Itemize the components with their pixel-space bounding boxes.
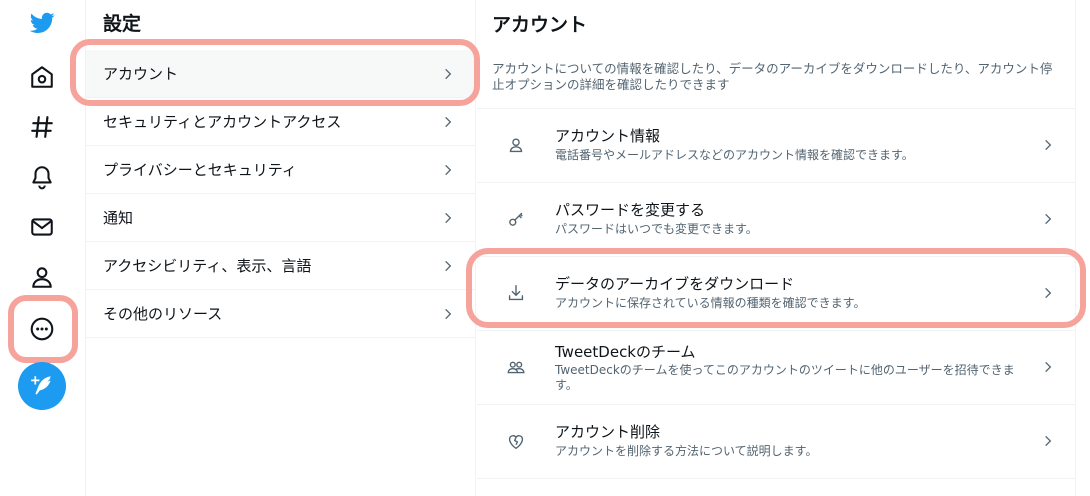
row-subtitle: 電話番号やメールアドレスなどのアカウント情報を確認できます。 — [555, 148, 914, 162]
chevron-right-icon — [445, 308, 452, 319]
nav-explore[interactable] — [21, 106, 63, 148]
person-outline-icon — [505, 134, 527, 156]
chevron-right-icon — [1045, 361, 1052, 373]
settings-item-label: アクセシビリティ、表示、言語 — [103, 257, 312, 275]
row-title: TweetDeckのチーム — [555, 343, 696, 361]
chevron-right-icon — [445, 116, 452, 127]
settings-title: 設定 — [103, 13, 142, 35]
compose-feather-icon — [31, 376, 51, 395]
nav-messages[interactable] — [21, 206, 63, 248]
download-archive-highlight-annotation — [466, 248, 1086, 328]
account-menu-highlight-annotation — [70, 39, 480, 106]
key-icon — [505, 208, 527, 230]
twitter-logo[interactable] — [21, 2, 63, 44]
row-title: アカウント削除 — [555, 423, 661, 441]
row-title: アカウント情報 — [555, 127, 661, 145]
compose-tweet-button[interactable] — [18, 362, 66, 410]
nav-notifications[interactable] — [21, 156, 63, 198]
delete-account-row[interactable]: アカウント削除 アカウントを削除する方法について説明します。 — [477, 405, 1075, 479]
row-subtitle: パスワードはいつでも変更できます。 — [555, 222, 758, 236]
settings-item-label: その他のリソース — [103, 305, 223, 323]
bell-icon — [32, 166, 52, 190]
twitter-bird-icon — [29, 12, 55, 33]
settings-item-notifications[interactable]: 通知 — [86, 194, 475, 242]
settings-item-label: プライバシーとセキュリティ — [103, 161, 297, 179]
person-icon — [32, 267, 52, 288]
nav-profile[interactable] — [21, 256, 63, 298]
settings-item-privacy[interactable]: プライバシーとセキュリティ — [86, 146, 475, 194]
settings-item-accessibility[interactable]: アクセシビリティ、表示、言語 — [86, 242, 475, 290]
people-icon — [505, 356, 527, 378]
nav-home[interactable] — [21, 56, 63, 98]
row-subtitle: TweetDeckのチームを使ってこのアカウントのツイートに他のユーザーを招待で… — [555, 363, 1015, 392]
settings-item-label: セキュリティとアカウントアクセス — [103, 113, 342, 131]
tweetdeck-teams-row[interactable]: TweetDeckのチーム TweetDeckのチームを使ってこのアカウントのツ… — [477, 331, 1075, 405]
settings-item-label: 通知 — [103, 209, 134, 227]
chevron-right-icon — [1045, 213, 1052, 225]
home-icon — [31, 66, 53, 88]
account-title: アカウント — [492, 14, 588, 36]
chevron-right-icon — [445, 212, 452, 223]
chevron-right-icon — [445, 164, 452, 175]
hashtag-icon — [31, 116, 53, 138]
row-subtitle: アカウントを削除する方法について説明します。 — [555, 444, 818, 458]
more-dots-icon — [30, 317, 54, 341]
row-title: パスワードを変更する — [555, 201, 706, 219]
account-description: アカウントについての情報を確認したり、データのアーカイブをダウンロードしたり、ア… — [492, 61, 1053, 92]
account-info-row[interactable]: アカウント情報 電話番号やメールアドレスなどのアカウント情報を確認できます。 — [477, 109, 1075, 183]
settings-item-resources[interactable]: その他のリソース — [86, 290, 475, 338]
envelope-icon — [31, 218, 53, 236]
chevron-right-icon — [1045, 435, 1052, 447]
chevron-right-icon — [445, 260, 452, 271]
broken-heart-icon — [505, 430, 527, 452]
nav-more[interactable] — [21, 308, 63, 350]
change-password-row[interactable]: パスワードを変更する パスワードはいつでも変更できます。 — [477, 183, 1075, 257]
chevron-right-icon — [1045, 139, 1052, 151]
